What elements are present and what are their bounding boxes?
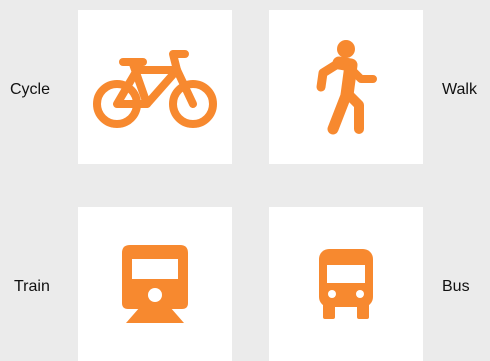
bus-icon — [319, 249, 373, 319]
walk-option[interactable] — [269, 10, 423, 164]
train-label[interactable]: Train — [14, 278, 50, 296]
cycle-label[interactable]: Cycle — [10, 81, 50, 99]
bus-label[interactable]: Bus — [442, 278, 470, 296]
walk-label[interactable]: Walk — [442, 81, 477, 99]
bicycle-icon — [93, 42, 217, 132]
train-icon — [122, 245, 188, 323]
pedestrian-icon — [311, 39, 381, 135]
bus-option[interactable] — [269, 207, 423, 361]
train-option[interactable] — [78, 207, 232, 361]
cycle-option[interactable] — [78, 10, 232, 164]
